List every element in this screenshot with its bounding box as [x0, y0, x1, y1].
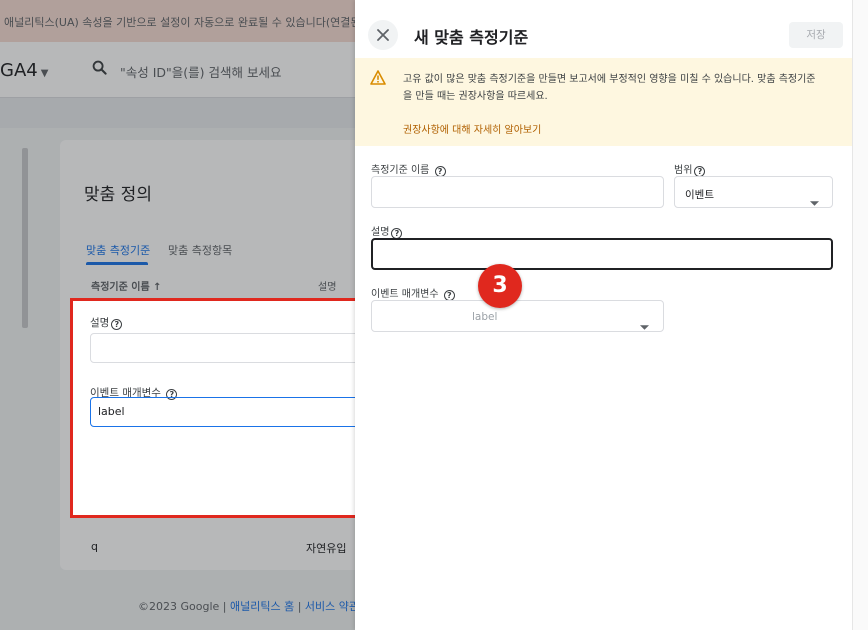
warning-text-line2: 을 만들 때는 권장사항을 따르세요.	[403, 91, 548, 102]
warning-icon	[370, 70, 386, 89]
chevron-down-icon	[640, 315, 649, 334]
chevron-down-icon	[810, 191, 819, 210]
help-icon: ?	[111, 319, 123, 330]
recommendations-link[interactable]: 권장사항에 대해 자세히 알아보기	[403, 121, 541, 136]
description-input[interactable]	[371, 238, 833, 270]
save-button[interactable]: 저장	[789, 22, 843, 48]
scope-select[interactable]: 이벤트	[674, 176, 833, 208]
zoom-param-select: label	[90, 397, 383, 427]
dimension-name-label: 측정기준 이름 ?	[371, 161, 446, 177]
warning-text-line1: 고유 값이 많은 맞춤 측정기준을 만들면 보고서에 부정적인 영향을 미칠 수…	[403, 74, 816, 85]
zoom-description-label: 설명?	[90, 315, 123, 330]
event-param-select[interactable]: label	[371, 300, 664, 332]
scope-value: 이벤트	[685, 189, 714, 201]
event-param-label: 이벤트 매개변수 ?	[371, 285, 455, 301]
dimension-name-input[interactable]	[371, 176, 664, 208]
drawer-title: 새 맞춤 측정기준	[414, 28, 529, 47]
zoom-param-value: label	[98, 405, 125, 418]
description-label: 설명?	[371, 223, 403, 239]
step-badge: 3	[478, 264, 522, 308]
close-icon	[377, 29, 389, 41]
event-param-value: label	[472, 311, 498, 323]
close-button[interactable]	[368, 20, 398, 50]
page-scrollbar[interactable]	[852, 0, 868, 630]
scope-label: 범위?	[674, 161, 706, 177]
